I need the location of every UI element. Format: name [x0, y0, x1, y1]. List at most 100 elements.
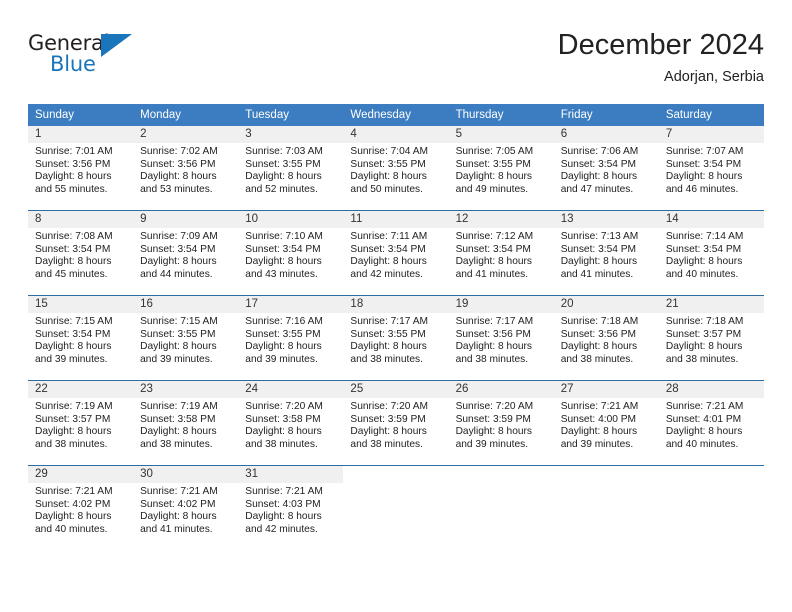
sunset-time: Sunset: 3:54 PM	[140, 243, 216, 255]
calendar-cell: 17 Sunrise: 7:16 AM Sunset: 3:55 PM Dayligh…	[238, 295, 344, 381]
daylight-line-2: and 42 minutes.	[350, 268, 423, 280]
calendar-day[interactable]: 24 Sunrise: 7:20 AM Sunset: 3:58 PM Dayligh…	[238, 381, 344, 465]
calendar-day[interactable]: 26 Sunrise: 7:20 AM Sunset: 3:59 PM Dayligh…	[448, 381, 554, 465]
daylight-line-2: and 38 minutes.	[455, 353, 529, 365]
calendar-day[interactable]: 31 Sunrise: 7:21 AM Sunset: 4:03 PM Dayligh…	[238, 466, 344, 550]
calendar-day[interactable]: 8 Sunrise: 7:08 AM Sunset: 3:54 PM Daylight…	[28, 211, 134, 295]
sunset-time: Sunset: 4:02 PM	[140, 498, 216, 510]
sunrise-time: Sunrise: 7:19 AM	[140, 401, 218, 412]
calendar-cell: 25 Sunrise: 7:20 AM Sunset: 3:59 PM Dayligh…	[343, 380, 449, 466]
calendar-day[interactable]: 10 Sunrise: 7:10 AM Sunset: 3:54 PM Dayligh…	[238, 211, 344, 295]
sunset-time: Sunset: 4:01 PM	[665, 413, 742, 425]
daylight-line-1: Daylight: 8 hours	[140, 511, 217, 523]
calendar-day[interactable]: 21 Sunrise: 7:18 AM Sunset: 3:57 PM Dayligh…	[658, 296, 764, 380]
daylight-line-2: and 39 minutes.	[560, 438, 634, 450]
sunset-time: Sunset: 3:56 PM	[35, 158, 111, 170]
day-number: 16	[133, 296, 239, 313]
sunrise-time: Sunrise: 7:14 AM	[665, 231, 744, 242]
daylight-line-1: Daylight: 8 hours	[560, 341, 638, 353]
calendar-day[interactable]: 18 Sunrise: 7:17 AM Sunset: 3:55 PM Dayligh…	[343, 296, 449, 380]
daylight-line-1: Daylight: 8 hours	[665, 341, 743, 353]
sunset-time: Sunset: 3:55 PM	[455, 158, 531, 170]
calendar-day[interactable]: 17 Sunrise: 7:16 AM Sunset: 3:55 PM Dayligh…	[238, 296, 344, 380]
page-header: General Blue December 2024 Adorjan, Serb…	[28, 28, 764, 90]
calendar-day[interactable]: 28 Sunrise: 7:21 AM Sunset: 4:01 PM Dayligh…	[658, 381, 764, 465]
calendar-cell: 21 Sunrise: 7:18 AM Sunset: 3:57 PM Dayligh…	[658, 295, 764, 381]
day-details: Sunrise: 7:17 AM Sunset: 3:55 PM Daylight:…	[343, 313, 448, 366]
daylight-line-1: Daylight: 8 hours	[455, 256, 533, 268]
daylight-line-2: and 47 minutes.	[560, 183, 634, 195]
sunrise-time: Sunrise: 7:18 AM	[665, 316, 744, 327]
calendar-day[interactable]: 19 Sunrise: 7:17 AM Sunset: 3:56 PM Dayligh…	[448, 296, 554, 380]
calendar-day[interactable]: 1 Sunrise: 7:01 AM Sunset: 3:56 PM Daylight…	[28, 126, 134, 210]
day-number: 15	[28, 296, 134, 313]
calendar-cell: 7 Sunrise: 7:07 AM Sunset: 3:54 PM Daylight…	[658, 126, 764, 211]
calendar-day[interactable]: 7 Sunrise: 7:07 AM Sunset: 3:54 PM Daylight…	[658, 126, 764, 210]
sunset-time: Sunset: 3:58 PM	[140, 413, 216, 425]
sunset-time: Sunset: 3:54 PM	[665, 243, 742, 255]
daylight-line-2: and 55 minutes.	[35, 183, 108, 195]
calendar-header-row: Sunday Monday Tuesday Wednesday Thursday…	[28, 104, 764, 126]
general-blue-logo[interactable]: General Blue	[28, 31, 148, 81]
daylight-line-1: Daylight: 8 hours	[350, 341, 427, 353]
calendar-cell: 24 Sunrise: 7:20 AM Sunset: 3:58 PM Dayligh…	[238, 380, 344, 466]
calendar-cell: 20 Sunrise: 7:18 AM Sunset: 3:56 PM Dayligh…	[553, 295, 659, 381]
sunrise-time: Sunrise: 7:03 AM	[245, 146, 323, 157]
day-details: Sunrise: 7:20 AM Sunset: 3:59 PM Daylight:…	[343, 398, 448, 451]
calendar-day[interactable]: 13 Sunrise: 7:13 AM Sunset: 3:54 PM Dayligh…	[553, 211, 659, 295]
sunrise-time: Sunrise: 7:21 AM	[35, 486, 113, 497]
sunset-time: Sunset: 3:54 PM	[455, 243, 531, 255]
calendar-day[interactable]: 6 Sunrise: 7:06 AM Sunset: 3:54 PM Daylight…	[553, 126, 659, 210]
calendar-day[interactable]: 12 Sunrise: 7:12 AM Sunset: 3:54 PM Dayligh…	[448, 211, 554, 295]
day-number: 11	[343, 211, 449, 228]
calendar-day[interactable]: 16 Sunrise: 7:15 AM Sunset: 3:55 PM Dayligh…	[133, 296, 239, 380]
calendar-day-empty	[553, 466, 659, 550]
calendar-cell: 1 Sunrise: 7:01 AM Sunset: 3:56 PM Daylight…	[28, 126, 134, 211]
calendar-day[interactable]: 4 Sunrise: 7:04 AM Sunset: 3:55 PM Daylight…	[343, 126, 449, 210]
day-number: 8	[28, 211, 134, 228]
calendar-day[interactable]: 9 Sunrise: 7:09 AM Sunset: 3:54 PM Daylight…	[133, 211, 239, 295]
page-subtitle-location: Adorjan, Serbia	[664, 69, 764, 85]
calendar-day[interactable]: 29 Sunrise: 7:21 AM Sunset: 4:02 PM Dayligh…	[28, 466, 134, 550]
sunrise-time: Sunrise: 7:01 AM	[35, 146, 113, 157]
day-number: 7	[658, 126, 764, 143]
calendar-day[interactable]: 30 Sunrise: 7:21 AM Sunset: 4:02 PM Dayligh…	[133, 466, 239, 550]
day-number: 22	[28, 381, 134, 398]
daylight-line-2: and 49 minutes.	[455, 183, 529, 195]
calendar-day[interactable]: 25 Sunrise: 7:20 AM Sunset: 3:59 PM Dayligh…	[343, 381, 449, 465]
daylight-line-2: and 41 minutes.	[560, 268, 634, 280]
calendar-day[interactable]: 2 Sunrise: 7:02 AM Sunset: 3:56 PM Daylight…	[133, 126, 239, 210]
calendar-week-row: 22 Sunrise: 7:19 AM Sunset: 3:57 PM Dayligh…	[28, 380, 764, 466]
sunrise-time: Sunrise: 7:17 AM	[455, 316, 534, 327]
sunrise-time: Sunrise: 7:09 AM	[140, 231, 218, 242]
sunrise-time: Sunrise: 7:12 AM	[455, 231, 534, 242]
daylight-line-2: and 38 minutes.	[245, 438, 318, 450]
calendar-cell: 31 Sunrise: 7:21 AM Sunset: 4:03 PM Dayligh…	[238, 465, 344, 550]
calendar-cell: 2 Sunrise: 7:02 AM Sunset: 3:56 PM Daylight…	[133, 126, 239, 211]
day-number: 24	[238, 381, 344, 398]
calendar-day[interactable]: 22 Sunrise: 7:19 AM Sunset: 3:57 PM Dayligh…	[28, 381, 134, 465]
day-number: 27	[553, 381, 659, 398]
calendar-day[interactable]: 15 Sunrise: 7:15 AM Sunset: 3:54 PM Dayligh…	[28, 296, 134, 380]
calendar-day[interactable]: 20 Sunrise: 7:18 AM Sunset: 3:56 PM Dayligh…	[553, 296, 659, 380]
logo-triangle-icon	[101, 34, 132, 57]
calendar-day[interactable]: 23 Sunrise: 7:19 AM Sunset: 3:58 PM Dayligh…	[133, 381, 239, 465]
weekday-header-monday: Monday	[133, 104, 239, 126]
calendar-day[interactable]: 14 Sunrise: 7:14 AM Sunset: 3:54 PM Dayligh…	[658, 211, 764, 295]
day-details: Sunrise: 7:14 AM Sunset: 3:54 PM Daylight:…	[659, 228, 764, 281]
day-details: Sunrise: 7:06 AM Sunset: 3:54 PM Daylight:…	[554, 143, 659, 196]
calendar-cell: 18 Sunrise: 7:17 AM Sunset: 3:55 PM Dayligh…	[343, 295, 449, 381]
calendar-day[interactable]: 11 Sunrise: 7:11 AM Sunset: 3:54 PM Dayligh…	[343, 211, 449, 295]
calendar-cell: 13 Sunrise: 7:13 AM Sunset: 3:54 PM Dayligh…	[553, 210, 659, 296]
calendar-day[interactable]: 5 Sunrise: 7:05 AM Sunset: 3:55 PM Daylight…	[448, 126, 554, 210]
day-number: 9	[133, 211, 239, 228]
calendar-week-row: 29 Sunrise: 7:21 AM Sunset: 4:02 PM Dayligh…	[28, 465, 764, 550]
day-number: 3	[238, 126, 344, 143]
calendar-day[interactable]: 3 Sunrise: 7:03 AM Sunset: 3:55 PM Daylight…	[238, 126, 344, 210]
sunrise-time: Sunrise: 7:07 AM	[665, 146, 744, 157]
daylight-line-2: and 38 minutes.	[665, 353, 739, 365]
sunrise-time: Sunrise: 7:20 AM	[455, 401, 534, 412]
calendar-day[interactable]: 27 Sunrise: 7:21 AM Sunset: 4:00 PM Dayligh…	[553, 381, 659, 465]
daylight-line-2: and 43 minutes.	[245, 268, 318, 280]
sunrise-time: Sunrise: 7:21 AM	[560, 401, 639, 412]
